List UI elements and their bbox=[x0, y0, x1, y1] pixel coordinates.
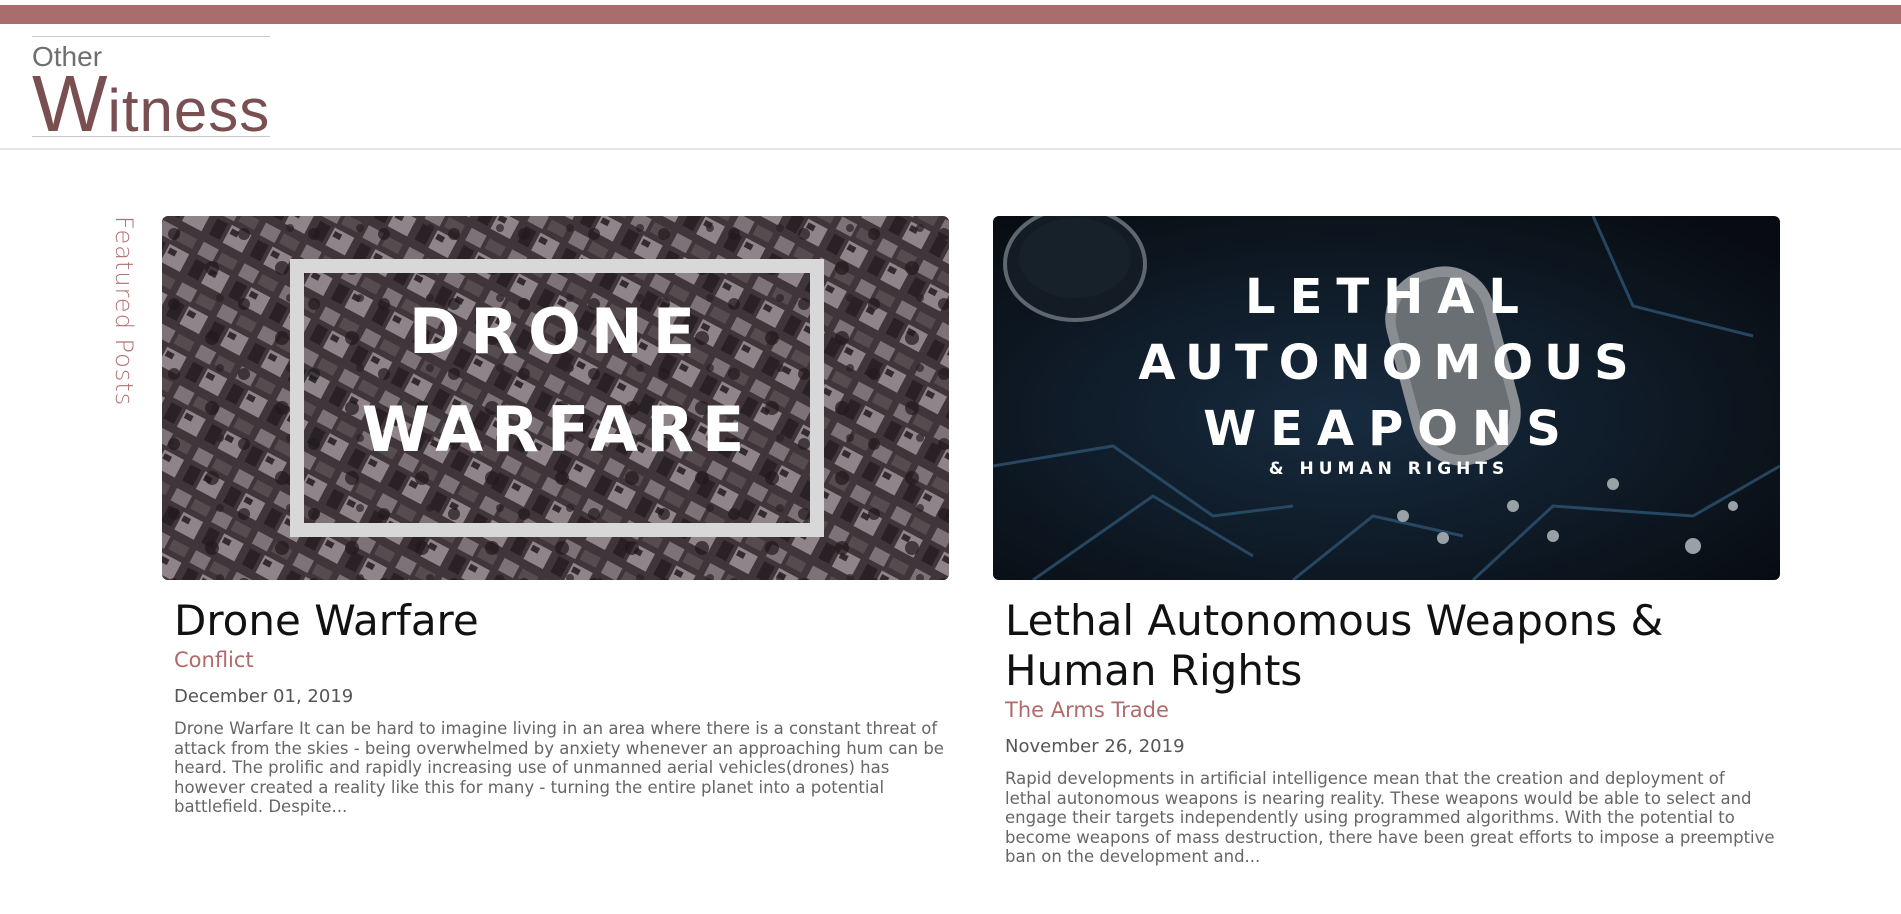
law-image-line4: & HUMAN RIGHTS bbox=[1269, 459, 1509, 479]
header-divider bbox=[0, 148, 1901, 150]
post-date: November 26, 2019 bbox=[1005, 736, 1185, 757]
logo-top-rule bbox=[32, 36, 270, 37]
post-image-lethal-autonomous-weapons[interactable]: LETHAL AUTONOMOUS WEAPONS & HUMAN RIGHTS bbox=[993, 216, 1780, 580]
post-category-conflict[interactable]: Conflict bbox=[174, 648, 949, 672]
logo-witness-rest: itness bbox=[107, 77, 271, 144]
post-title-drone-warfare[interactable]: Drone Warfare bbox=[174, 596, 934, 646]
post-card-drone-warfare[interactable]: DRONE WARFARE Drone Warfare Conflict Dec… bbox=[162, 216, 949, 817]
law-image-line1: LETHAL bbox=[1245, 269, 1533, 325]
site-logo[interactable]: Other Witness bbox=[32, 36, 270, 144]
featured-posts-label: Featured Posts bbox=[110, 216, 138, 407]
post-excerpt: Drone Warfare It can be hard to imagine … bbox=[174, 719, 944, 816]
post-date: December 01, 2019 bbox=[174, 686, 354, 707]
logo-bottom-rule bbox=[32, 136, 270, 137]
law-image-line3: WEAPONS bbox=[1203, 401, 1575, 457]
logo-witness-text: Witness bbox=[32, 64, 270, 151]
post-category-arms-trade[interactable]: The Arms Trade bbox=[1005, 698, 1780, 722]
top-accent-bar bbox=[0, 5, 1901, 24]
drone-image-line1: DRONE bbox=[409, 295, 705, 368]
post-title-lethal-autonomous-weapons[interactable]: Lethal Autonomous Weapons & Human Rights bbox=[1005, 596, 1765, 696]
post-image-drone-warfare[interactable]: DRONE WARFARE bbox=[162, 216, 949, 580]
logo-witness-initial: W bbox=[32, 59, 108, 148]
law-image-line2: AUTONOMOUS bbox=[1138, 335, 1639, 391]
drone-image-line2: WARFARE bbox=[362, 393, 753, 466]
post-excerpt: Rapid developments in artificial intelli… bbox=[1005, 769, 1775, 866]
post-card-lethal-autonomous-weapons[interactable]: LETHAL AUTONOMOUS WEAPONS & HUMAN RIGHTS… bbox=[993, 216, 1780, 867]
